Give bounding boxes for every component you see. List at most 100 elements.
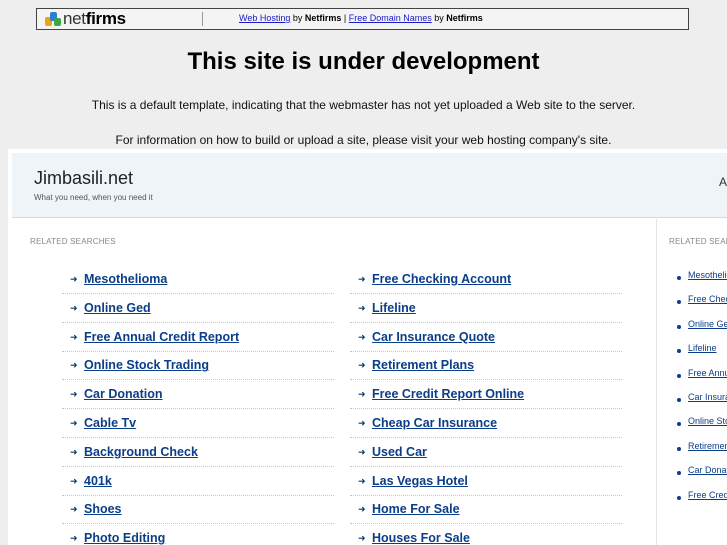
related-link-item: ➜ Photo Editing (62, 525, 334, 545)
related-search-link[interactable]: Houses For Sale (372, 531, 470, 545)
related-search-link[interactable]: Background Check (84, 445, 198, 459)
header-edge-text: A (718, 175, 727, 189)
related-search-link[interactable]: Lifeline (372, 301, 416, 315)
related-link-item: ➜ Free Checking Account (350, 266, 622, 294)
related-search-link[interactable]: Free Annual Credit Report (84, 330, 239, 344)
web-hosting-link[interactable]: Web Hosting (239, 13, 290, 23)
sidebar-related-searches-label: RELATED SEARCHES (669, 237, 727, 246)
arrow-icon: ➜ (358, 302, 366, 313)
bullet-icon (677, 422, 681, 427)
related-search-link[interactable]: Retirement Plans (372, 358, 474, 372)
related-search-link[interactable]: Free Credit Report Online (372, 387, 524, 401)
related-link-item: ➜ Car Donation (62, 381, 334, 410)
arrow-icon: ➜ (358, 504, 366, 515)
arrow-icon: ➜ (358, 360, 366, 371)
arrow-icon: ➜ (70, 417, 78, 428)
top-bar-links: Web Hosting by Netfirms | Free Domain Na… (239, 13, 483, 23)
arrow-icon: ➜ (358, 533, 366, 544)
sidebar-search-link[interactable]: Free Checking Account (688, 294, 727, 304)
related-link-item: ➜ Free Annual Credit Report (62, 324, 334, 352)
bullet-icon (677, 373, 681, 378)
related-searches-main: RELATED SEARCHES ➜ Mesothelioma ➜ Online Ge… (12, 219, 652, 545)
related-link-item: ➜ Background Check (62, 439, 334, 467)
bullet-icon (677, 495, 681, 500)
arrow-icon: ➜ (70, 446, 78, 457)
related-search-link[interactable]: Used Car (372, 445, 427, 459)
netfirms-logo[interactable]: net firms (45, 9, 126, 28)
sidebar-search-link[interactable]: Online Ged (688, 319, 727, 329)
sidebar-link-item: Free Credit Report Online (669, 489, 727, 513)
related-search-link[interactable]: Cheap Car Insurance (372, 416, 497, 430)
sidebar-link-item: Online Ged (669, 318, 727, 342)
related-link-item: ➜ Retirement Plans (350, 352, 622, 381)
related-link-item: ➜ Cable Tv (62, 410, 334, 438)
related-link-item: ➜ Free Credit Report Online (350, 381, 622, 410)
netfirms-top-bar: net firms Web Hosting by Netfirms | Free … (36, 8, 689, 30)
related-link-item: ➜ Shoes (62, 496, 334, 525)
related-searches-sidebar: RELATED SEARCHES Mesothelioma Free Checki… (656, 219, 727, 545)
sidebar-link-item: Car Insurance Quote (669, 391, 727, 415)
related-link-item: ➜ Online Ged (62, 295, 334, 323)
related-search-link[interactable]: Free Checking Account (372, 272, 511, 286)
netfirms-logo-icon (45, 12, 61, 26)
related-search-link[interactable]: Shoes (84, 502, 122, 516)
bullet-icon (677, 349, 681, 354)
arrow-icon: ➜ (70, 302, 78, 313)
site-name[interactable]: Jimbasili.net (34, 168, 133, 189)
arrow-icon: ➜ (358, 331, 366, 342)
sidebar-search-link[interactable]: Free Annual Credit Report (688, 368, 727, 378)
related-link-item: ➜ Cheap Car Insurance (350, 410, 622, 438)
sidebar-search-link[interactable]: Car Donation (688, 465, 727, 475)
arrow-icon: ➜ (70, 475, 78, 486)
related-search-link[interactable]: Car Insurance Quote (372, 330, 495, 344)
related-search-link[interactable]: Online Ged (84, 301, 151, 315)
page-title: This site is under development (187, 48, 540, 75)
notice-line-1: This is a default template, indicating t… (91, 98, 636, 112)
related-search-link[interactable]: 401k (84, 474, 112, 488)
bullet-icon (677, 397, 681, 402)
related-search-link[interactable]: Home For Sale (372, 502, 460, 516)
sidebar-search-link[interactable]: Car Insurance Quote (688, 392, 727, 402)
bullet-icon (677, 276, 681, 280)
related-search-link[interactable]: Las Vegas Hotel (372, 474, 468, 488)
related-link-item: ➜ Houses For Sale (350, 525, 622, 545)
related-link-item: ➜ Used Car (350, 439, 622, 467)
arrow-icon: ➜ (358, 446, 366, 457)
arrow-icon: ➜ (70, 274, 78, 284)
divider-text: | (341, 13, 349, 23)
sidebar-search-link[interactable]: Lifeline (688, 343, 717, 353)
related-search-link[interactable]: Photo Editing (84, 531, 165, 545)
related-search-link[interactable]: Mesothelioma (84, 272, 167, 286)
related-link-item: ➜ Car Insurance Quote (350, 324, 622, 352)
bullet-icon (677, 446, 681, 451)
sidebar-search-link[interactable]: Mesothelioma (688, 270, 727, 280)
sidebar-link-list: Mesothelioma Free Checking Account Online … (669, 269, 727, 513)
logo-text-firms: firms (85, 9, 126, 28)
sidebar-link-item: Free Checking Account (669, 293, 727, 317)
related-link-item: ➜ Mesothelioma (62, 266, 334, 294)
related-link-item: ➜ 401k (62, 468, 334, 496)
notice-line-2: For information on how to build or uploa… (115, 133, 612, 147)
related-searches-label: RELATED SEARCHES (30, 237, 116, 246)
related-search-link[interactable]: Online Stock Trading (84, 358, 209, 372)
arrow-icon: ➜ (70, 533, 78, 544)
arrow-icon: ➜ (70, 360, 78, 371)
netfirms-brand-text: Netfirms (304, 13, 342, 23)
arrow-icon: ➜ (358, 475, 366, 486)
arrow-icon: ➜ (358, 417, 366, 428)
sidebar-link-item: Car Donation (669, 464, 727, 488)
related-search-link[interactable]: Cable Tv (84, 416, 136, 430)
related-link-item: ➜ Las Vegas Hotel (350, 468, 622, 496)
sidebar-search-link[interactable]: Online Stock Trading (688, 416, 727, 426)
netfirms-brand-text: Netfirms (446, 13, 483, 23)
related-search-link[interactable]: Car Donation (84, 387, 162, 401)
sidebar-link-item: Mesothelioma (669, 269, 727, 293)
related-links-left-column: ➜ Mesothelioma ➜ Online Ged ➜ Free Annual Cre… (62, 266, 334, 545)
sidebar-search-link[interactable]: Free Credit Report Online (688, 490, 727, 500)
bullet-icon (677, 300, 681, 305)
bullet-icon (677, 471, 681, 476)
sidebar-search-link[interactable]: Retirement Plans (688, 441, 727, 451)
related-link-item: ➜ Lifeline (350, 295, 622, 323)
free-domain-names-link[interactable]: Free Domain Names (349, 13, 432, 23)
by-text: by (431, 13, 447, 23)
